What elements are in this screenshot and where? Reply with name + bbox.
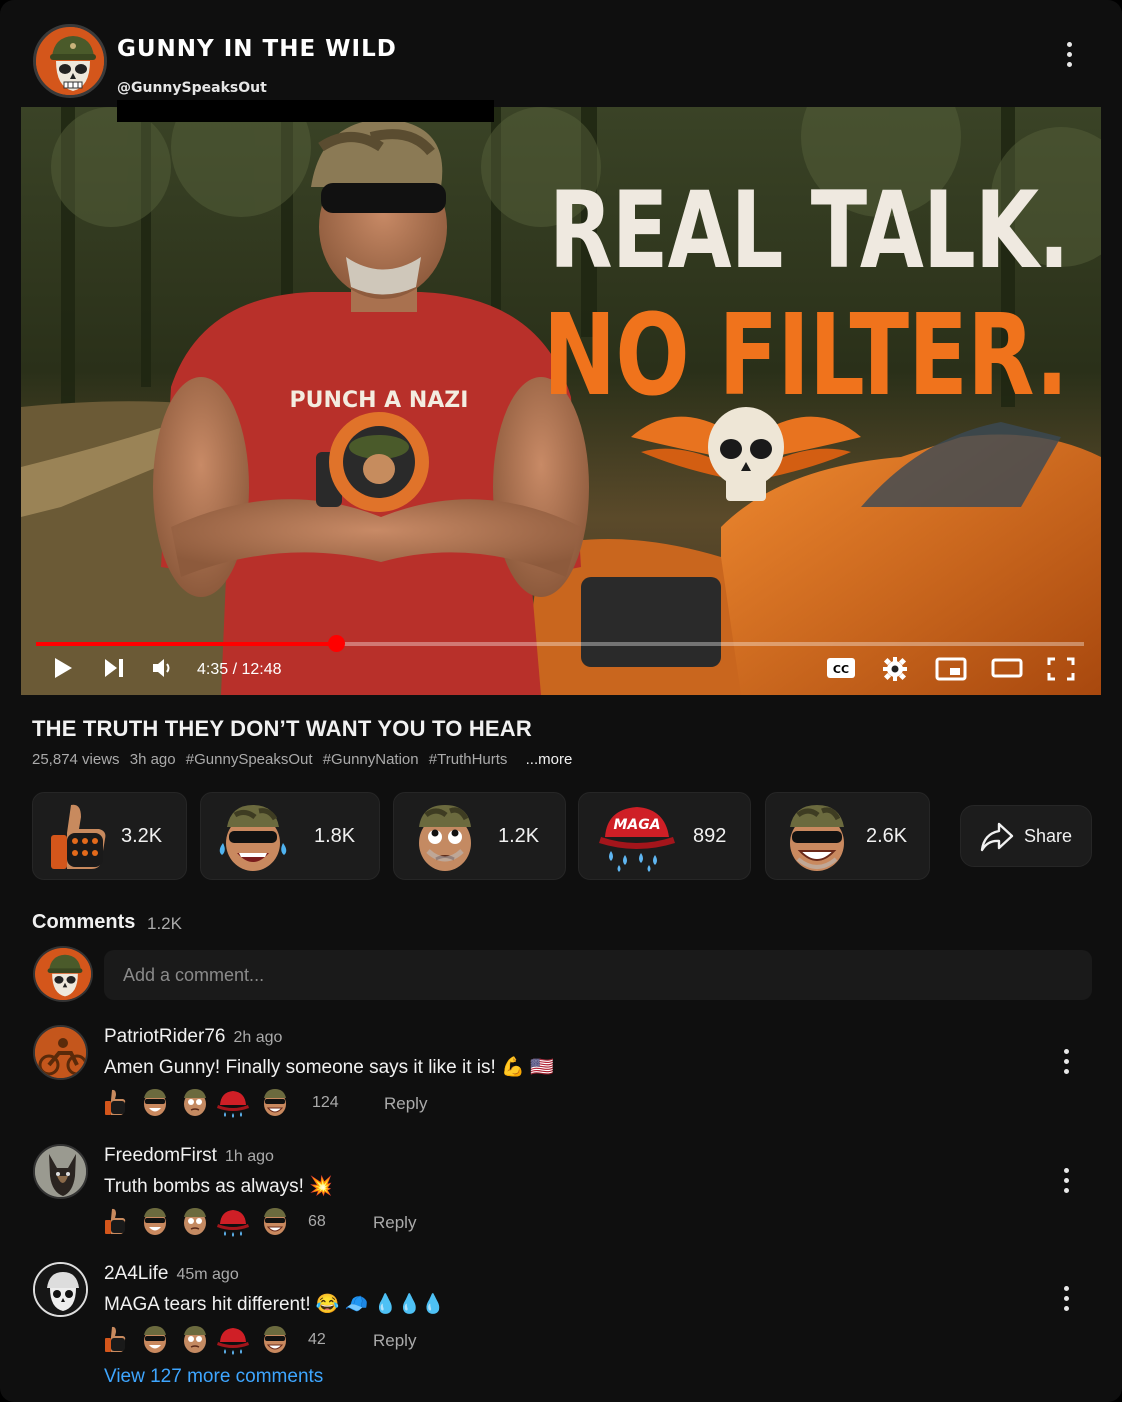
time-display: 4:35 / 12:48: [197, 661, 282, 678]
maga-hat-icon[interactable]: [216, 1206, 250, 1238]
commenter-avatar[interactable]: [33, 1144, 88, 1199]
theater-mode-icon[interactable]: [991, 657, 1023, 679]
player-controls: 4:35 / 12:48 CC: [21, 647, 1101, 695]
commenter-avatar[interactable]: [33, 1025, 88, 1080]
current-user-avatar: [33, 946, 93, 1002]
hashtag[interactable]: #GunnySpeaksOut: [186, 751, 313, 768]
maga-hat-icon[interactable]: [216, 1324, 250, 1356]
thumbs-up-icon[interactable]: [102, 1087, 132, 1119]
thumbnail-headline-line2: NO FILTER.: [543, 291, 1069, 421]
header-divider: [117, 100, 494, 122]
comment-author[interactable]: 2A4Life 45m ago: [104, 1263, 239, 1285]
comment-text: Amen Gunny! Finally someone says it like…: [104, 1057, 554, 1078]
grinning-sunglasses-icon: [790, 805, 844, 871]
fullscreen-icon[interactable]: [1047, 657, 1075, 681]
channel-title[interactable]: GUNNY IN THE WILD: [117, 36, 397, 62]
reply-button[interactable]: Reply: [373, 1213, 416, 1233]
comment-reaction-total: 124: [312, 1094, 339, 1111]
comments-count: 1.2K: [147, 914, 182, 933]
miniplayer-icon[interactable]: [935, 657, 967, 681]
share-label: Share: [1024, 826, 1073, 846]
grinning-sunglasses-icon[interactable]: [260, 1087, 290, 1119]
hashtag[interactable]: #TruthHurts: [429, 751, 508, 768]
comment-item: 2A4Life 45m ago MAGA tears hit different!…: [0, 1262, 1122, 1372]
reply-button[interactable]: Reply: [373, 1331, 416, 1351]
comment-more-button[interactable]: [1062, 1168, 1070, 1193]
thumbs-up-icon[interactable]: [102, 1324, 132, 1356]
next-icon[interactable]: [103, 657, 125, 679]
commenter-avatar[interactable]: [33, 1262, 88, 1317]
reaction-thumbs-up-button[interactable]: 3.2K: [32, 792, 187, 880]
eye-roll-icon[interactable]: [180, 1087, 210, 1119]
reaction-count: 1.2K: [498, 825, 540, 847]
comments-heading: Comments: [32, 911, 136, 933]
motorcycle-rider-icon: [35, 1027, 86, 1078]
channel-header: GUNNY IN THE WILD @GunnySpeaksOut: [0, 0, 1122, 122]
laughing-tears-icon: [219, 805, 287, 871]
eye-roll-icon[interactable]: [180, 1324, 210, 1356]
reaction-eye-roll-button[interactable]: 1.2K: [393, 792, 566, 880]
captions-icon[interactable]: CC: [826, 657, 856, 679]
video-title: THE TRUTH THEY DON’T WANT YOU TO HEAR: [32, 716, 532, 741]
skull-soldier-icon: [36, 27, 104, 95]
upload-age: 3h ago: [129, 751, 176, 768]
comment-text: Truth bombs as always! 💥: [104, 1176, 333, 1197]
comment-author[interactable]: FreedomFirst 1h ago: [104, 1145, 274, 1167]
comment-more-button[interactable]: [1062, 1049, 1070, 1074]
thumbnail-headline-line1: REAL TALK.: [549, 169, 1070, 292]
reaction-grinning-button[interactable]: 2.6K: [765, 792, 930, 880]
app-frame: GUNNY IN THE WILD @GunnySpeaksOut PUNCH …: [0, 0, 1122, 1402]
laughing-tears-icon[interactable]: [140, 1206, 170, 1238]
svg-text:MAGA: MAGA: [613, 817, 660, 833]
channel-avatar[interactable]: [33, 24, 107, 98]
comment-time: 2h ago: [233, 1029, 283, 1046]
grinning-sunglasses-icon[interactable]: [260, 1206, 290, 1238]
skull-soldier-icon: [37, 948, 91, 1000]
comment-item: FreedomFirst 1h ago Truth bombs as always…: [0, 1144, 1122, 1254]
reaction-count: 2.6K: [866, 825, 908, 847]
play-icon[interactable]: [53, 657, 73, 679]
video-meta: 25,874 views 3h ago #GunnySpeaksOut #Gun…: [32, 751, 578, 768]
laughing-tears-icon[interactable]: [140, 1087, 170, 1119]
volume-icon[interactable]: [151, 657, 175, 679]
svg-text:CC: CC: [833, 663, 849, 676]
dog-icon: [35, 1146, 86, 1197]
eye-roll-icon: [419, 805, 471, 871]
thumbs-up-icon: [51, 804, 106, 869]
description-more-link[interactable]: ...more: [526, 751, 573, 768]
skull-helmet-icon: [35, 1264, 86, 1315]
thumbs-up-icon[interactable]: [102, 1206, 132, 1238]
reaction-count: 3.2K: [121, 825, 163, 847]
reaction-count: 1.8K: [314, 825, 356, 847]
comment-time: 45m ago: [176, 1266, 239, 1283]
reaction-laughing-button[interactable]: 1.8K: [200, 792, 380, 880]
view-more-comments-link[interactable]: View 127 more comments: [104, 1366, 323, 1388]
laughing-tears-icon[interactable]: [140, 1324, 170, 1356]
comment-more-button[interactable]: [1062, 1286, 1070, 1311]
comment-item: PatriotRider76 2h ago Amen Gunny! Finally…: [0, 1025, 1122, 1135]
comment-author[interactable]: PatriotRider76 2h ago: [104, 1026, 282, 1048]
progress-fill: [36, 642, 336, 646]
eye-roll-icon[interactable]: [180, 1206, 210, 1238]
add-comment-input[interactable]: [104, 950, 1092, 1000]
share-arrow-icon: [980, 822, 1014, 852]
comment-reaction-total: 42: [308, 1331, 326, 1348]
comment-time: 1h ago: [224, 1148, 274, 1165]
reaction-count: 892: [693, 825, 727, 847]
hashtag[interactable]: #GunnyNation: [323, 751, 419, 768]
video-player[interactable]: PUNCH A NAZI REAL TALK. NO FILTER. 4:35 …: [21, 107, 1101, 695]
settings-gear-icon[interactable]: [883, 657, 907, 681]
channel-more-button[interactable]: [1065, 42, 1073, 67]
maga-hat-tears-icon: MAGA: [599, 807, 675, 872]
channel-handle[interactable]: @GunnySpeaksOut: [117, 80, 267, 96]
share-button[interactable]: Share: [960, 805, 1092, 867]
comment-reaction-total: 68: [308, 1213, 326, 1230]
view-count: 25,874 views: [32, 751, 120, 768]
shirt-print: PUNCH A NAZI: [290, 388, 469, 413]
maga-hat-icon[interactable]: [216, 1087, 250, 1119]
comment-text: MAGA tears hit different! 😂 🧢 💧💧💧: [104, 1294, 445, 1315]
reply-button[interactable]: Reply: [384, 1094, 427, 1114]
reaction-maga-tears-button[interactable]: MAGA 892: [578, 792, 751, 880]
grinning-sunglasses-icon[interactable]: [260, 1324, 290, 1356]
